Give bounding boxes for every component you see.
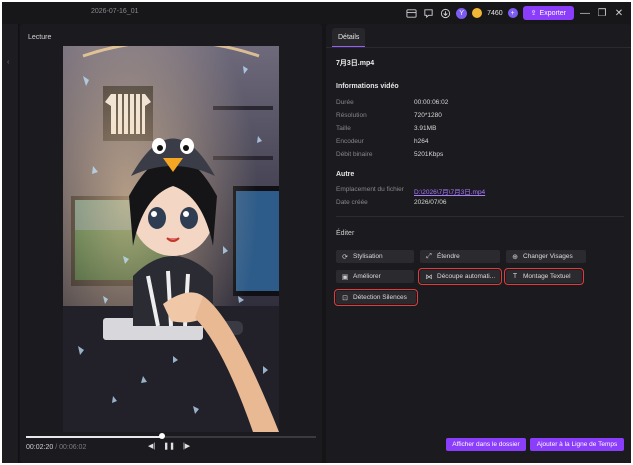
details-panel: Détails 7月3日.mp4 Informations vidéo Duré… [326,24,631,463]
info-value-duration: 00:00:06:02 [414,99,449,106]
export-label: Exporter [539,9,566,17]
coin-icon [472,8,483,18]
next-frame-icon[interactable]: |▶ [183,442,190,450]
text-edit-label: Montage Textuel [523,273,571,280]
info-label-resolution: Résolution [336,112,367,119]
export-icon: ⇪ [530,10,537,17]
playback-progress-bar[interactable] [26,433,316,439]
playback-time: 00:02:20 / 00:06:02 [26,444,86,451]
enhance-label: Améliorer [353,273,381,280]
other-section-title: Autre [336,171,355,178]
info-label-encoder: Encodeur [336,138,364,145]
auto-cut-label: Découpe automati... [437,273,496,280]
video-frame-illustration [63,46,279,432]
restore-icon[interactable]: ❐ [596,7,608,19]
stylization-button[interactable]: ⟳ Stylisation [336,250,414,263]
playback-scrubber-handle[interactable] [159,433,166,439]
title-bar-actions: Y 7460 + ⇪ Exporter — ❐ ✕ [405,5,625,21]
section-divider [336,216,624,217]
player-panel: Lecture 00:02:20 / 00:06:02 ◀| ❚❚ |▶ [20,24,322,463]
extend-button[interactable]: ⤢ Étendre [420,250,500,263]
pause-icon[interactable]: ❚❚ [163,442,175,450]
show-in-folder-button[interactable]: Afficher dans le dossier [446,438,526,451]
layout-icon[interactable] [405,7,417,19]
silence-detect-icon: ⊡ [342,294,348,302]
text-edit-button[interactable]: T Montage Textuel [504,268,584,285]
current-time: 00:02:20 [26,444,54,451]
face-swap-icon: ⊕ [512,253,518,261]
silence-detection-button[interactable]: ⊡ Détection Silences [334,289,418,306]
date-created-label: Date créée [336,199,368,206]
auto-cut-button[interactable]: ⋈ Découpe automati... [418,268,502,285]
add-to-timeline-button[interactable]: Ajouter à la Ligne de Temps [530,438,624,451]
edit-section-title: Éditer [336,230,355,237]
previous-frame-icon[interactable]: ◀| [148,442,155,450]
file-name: 7月3日.mp4 [336,60,375,67]
extend-label: Étendre [437,253,460,260]
info-value-size: 3.91MB [414,125,437,132]
info-label-bitrate: Débit binaire [336,151,373,158]
title-bar: 2026-07-16_01 Y 7460 + ⇪ Exporter — ❐ ✕ [2,2,631,24]
auto-cut-icon: ⋈ [425,273,433,281]
stylize-icon: ⟳ [342,253,348,261]
player-title: Lecture [28,34,52,41]
info-value-resolution: 720*1280 [414,112,442,119]
add-credits-icon[interactable]: + [507,8,518,18]
file-location-link[interactable]: D:\2026\7月\7月3日.mp4 [414,186,485,196]
expand-icon: ⤢ [426,252,432,260]
credits-count: 7460 [487,9,503,17]
export-button[interactable]: ⇪ Exporter [522,6,574,20]
download-icon[interactable] [439,7,451,19]
silence-detection-label: Détection Silences [353,294,407,301]
enhance-icon: ▣ [341,273,349,281]
info-value-bitrate: 5201Kbps [414,151,444,158]
project-date: 2026-07-16_01 [91,8,139,15]
video-preview[interactable] [63,46,279,432]
feedback-icon[interactable] [422,7,434,19]
close-icon[interactable]: ✕ [613,7,625,19]
left-panel-edge: ‹ [2,24,19,463]
info-value-encoder: h264 [414,138,429,145]
date-created-value: 2026/07/06 [414,199,447,206]
user-avatar[interactable]: Y [456,7,468,19]
collapse-chevron-icon[interactable]: ‹ [7,59,9,66]
tab-divider [326,47,631,48]
minimize-icon[interactable]: — [579,7,591,19]
tab-details[interactable]: Détails [332,28,366,47]
video-info-title: Informations vidéo [336,83,399,90]
enhance-button[interactable]: ▣ Améliorer [336,270,414,283]
info-label-size: Taille [336,125,351,132]
file-location-label: Emplacement du fichier [336,186,404,193]
info-label-duration: Durée [336,99,354,106]
text-edit-icon: T [512,273,518,280]
app-window: 2026-07-16_01 Y 7460 + ⇪ Exporter — ❐ ✕ [2,2,631,463]
change-faces-label: Changer Visages [523,253,573,260]
total-duration: 00:06:02 [59,444,87,451]
stylization-label: Stylisation [353,253,383,260]
playback-progress-fill [26,436,163,438]
change-faces-button[interactable]: ⊕ Changer Visages [506,250,586,263]
playback-controls: ◀| ❚❚ |▶ [148,442,190,450]
